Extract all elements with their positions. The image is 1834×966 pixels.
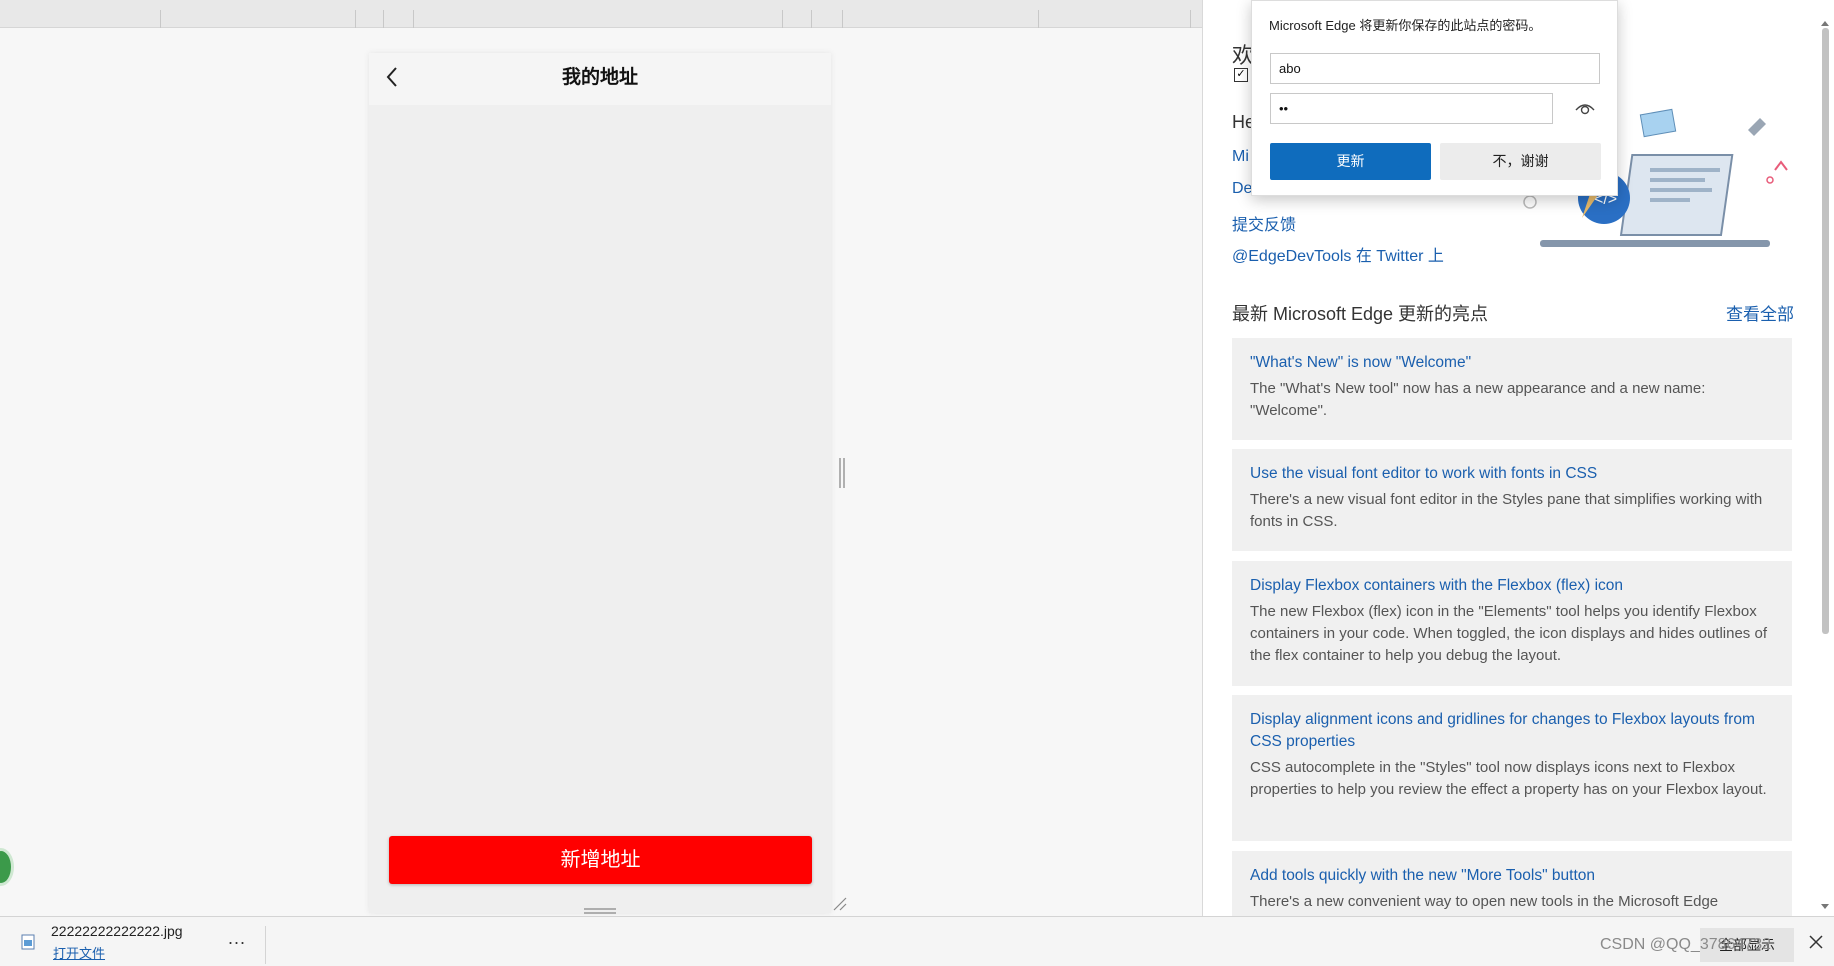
password-field[interactable] (1270, 93, 1553, 124)
section-title: 最新 Microsoft Edge 更新的亮点 (1232, 304, 1489, 324)
download-file-name[interactable]: 22222222222222.jpg (51, 923, 183, 939)
ruler-tick (1038, 10, 1039, 28)
show-password-eye-icon[interactable] (1574, 100, 1596, 118)
news-card-desc: The new Flexbox (flex) icon in the "Elem… (1250, 603, 1767, 664)
news-card[interactable]: Display Flexbox containers with the Flex… (1232, 561, 1792, 686)
news-card-desc: There's a new convenient way to open new… (1250, 893, 1719, 910)
device-screen (369, 53, 831, 913)
news-card-desc: There's a new visual font editor in the … (1250, 491, 1763, 530)
news-card-title[interactable]: Add tools quickly with the new "More Too… (1250, 865, 1774, 887)
ruler-tick (355, 10, 356, 28)
ruler-tick (383, 10, 384, 28)
news-card[interactable]: Display alignment icons and gridlines fo… (1232, 695, 1792, 841)
news-card-title[interactable]: Use the visual font editor to work with … (1250, 463, 1774, 485)
image-file-icon (21, 934, 35, 950)
download-bar-separator (265, 926, 266, 964)
twitter-link[interactable]: @EdgeDevTools 在 Twitter 上 (1232, 242, 1444, 266)
news-card-title[interactable]: Display Flexbox containers with the Flex… (1250, 575, 1774, 597)
docs-link-partial[interactable]: Mi (1232, 148, 1249, 166)
add-address-button[interactable]: 新增地址 (389, 836, 812, 884)
news-card[interactable]: Use the visual font editor to work with … (1232, 449, 1792, 551)
resize-corner-icon[interactable] (832, 896, 848, 912)
device-toolbar-ruler (0, 0, 1202, 28)
scrollbar-thumb[interactable] (1822, 28, 1829, 634)
feedback-link[interactable]: 提交反馈 (1232, 211, 1296, 235)
startup-checkbox[interactable]: ✓ (1234, 68, 1248, 82)
view-all-link[interactable]: 查看全部 (1726, 300, 1794, 325)
ruler-tick (1190, 10, 1191, 28)
news-card-desc: CSS autocomplete in the "Styles" tool no… (1250, 759, 1767, 798)
update-password-button[interactable]: 更新 (1270, 143, 1431, 180)
resize-handle-vertical[interactable] (838, 458, 846, 488)
ruler-tick (842, 10, 843, 28)
news-card-title[interactable]: "What's New" is now "Welcome" (1250, 352, 1774, 374)
username-field[interactable] (1270, 53, 1600, 84)
download-more-button[interactable]: ... (228, 928, 246, 949)
password-dialog-message: Microsoft Edge 将更新你保存的此站点的密码。 (1269, 18, 1542, 33)
news-card[interactable]: "What's New" is now "Welcome" The "What'… (1232, 338, 1792, 440)
ruler-tick (413, 10, 414, 28)
csdn-watermark: CSDN @QQ_3​7​8​6​4​7​3​2 (1600, 936, 1771, 953)
open-file-link[interactable]: 打开文件 (53, 943, 105, 962)
close-download-bar-icon[interactable] (1806, 932, 1826, 952)
ruler-tick (160, 10, 161, 28)
ruler-tick (811, 10, 812, 28)
no-thanks-button[interactable]: 不，谢谢 (1440, 143, 1601, 180)
news-card[interactable]: Add tools quickly with the new "More Too… (1232, 851, 1792, 916)
news-card-title[interactable]: Display alignment icons and gridlines fo… (1250, 709, 1774, 753)
resize-handle-horizontal[interactable] (584, 902, 616, 914)
ruler-tick (782, 10, 783, 28)
devtools-link-partial[interactable]: De (1232, 180, 1252, 198)
page-title: 我的地址 (561, 67, 638, 88)
download-bar (0, 916, 1834, 966)
news-card-desc: The "What's New tool" now has a new appe… (1250, 380, 1706, 419)
